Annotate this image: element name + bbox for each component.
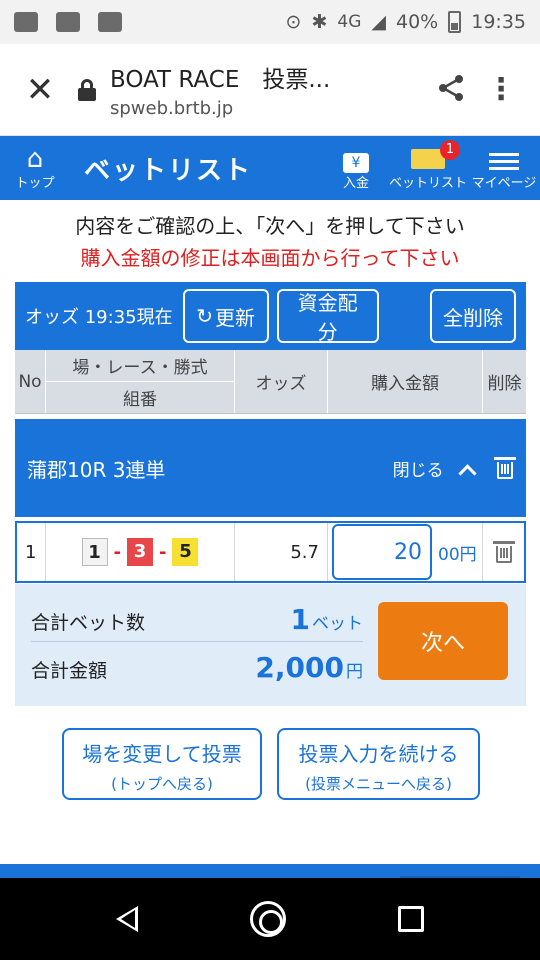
row-odds: 5.7	[235, 523, 328, 581]
home-nav[interactable]: ⌂ トップ	[0, 146, 70, 191]
deposit-label: 入金	[342, 175, 369, 191]
continue-voting-button[interactable]: 投票入力を続ける (投票メニューへ戻る)	[277, 728, 480, 800]
bluetooth-icon: ✱	[311, 11, 328, 33]
battery-icon	[448, 11, 462, 33]
boat-number: 5	[172, 538, 199, 566]
page-title: BOAT RACE 投票...	[110, 67, 331, 93]
odds-time-label: オッズ 19:35現在	[25, 307, 173, 328]
deposit-nav[interactable]: ¥ 入金	[324, 146, 388, 191]
summary-box: 合計ベット数 1 ベット 合計金額 2,000 円 次へ	[15, 584, 526, 706]
total-bets-unit: ベット	[312, 614, 363, 634]
betlist-badge: 1	[440, 139, 460, 160]
refresh-icon: ↻	[196, 304, 213, 328]
row-amount: 00円	[328, 523, 483, 581]
race-group-header: 蒲郡10R 3連単 閉じる	[15, 419, 526, 517]
share-icon[interactable]	[426, 72, 476, 108]
col-venue-line1: 場・レース・勝式	[46, 351, 234, 382]
trash-icon[interactable]	[494, 457, 516, 479]
col-odds: オッズ	[235, 350, 328, 413]
confirm-notice: 内容をご確認の上、「次へ」を押して下さい	[75, 214, 465, 238]
amount-input[interactable]	[332, 524, 432, 580]
site-header: ⌂ トップ ベットリスト ¥ 入金 1 ベットリスト マイページ	[0, 136, 540, 200]
change-venue-sub: (トップへ戻る)	[111, 775, 213, 793]
lock-icon	[76, 78, 98, 101]
refresh-label: 更新	[214, 305, 255, 330]
change-venue-button[interactable]: 場を変更して投票 (トップへ戻る)	[62, 728, 262, 800]
system-nav-bar	[0, 878, 540, 960]
total-bets-row: 合計ベット数 1 ベット	[31, 602, 363, 642]
status-time: 19:35	[471, 11, 526, 33]
row-combination: 1 - 3 - 5	[46, 523, 235, 581]
chevron-up-icon	[458, 463, 477, 483]
total-amount-row: 合計金額 2,000 円	[31, 650, 363, 684]
col-no: No	[15, 350, 46, 413]
collapse-toggle[interactable]: 閉じる	[392, 456, 477, 483]
url-info[interactable]: BOAT RACE 投票... spweb.brtb.jp	[110, 60, 426, 119]
home-button-icon[interactable]	[250, 901, 286, 937]
recents-icon[interactable]	[398, 906, 424, 932]
continue-voting-sub: (投票メニューへ戻る)	[305, 775, 452, 793]
more-vert-icon[interactable]: ⋮	[476, 72, 526, 107]
header-title: ベットリスト	[84, 155, 253, 186]
col-amount: 購入金額	[328, 350, 483, 413]
battery-percent: 40%	[396, 11, 439, 33]
race-name: 蒲郡10R 3連単	[27, 457, 166, 482]
yen-card-icon: ¥	[343, 152, 369, 173]
youtube-icon	[56, 12, 80, 32]
col-delete: 削除	[487, 374, 522, 394]
odds-bar: オッズ 19:35現在 ↻ 更新 資金配分 全削除	[15, 282, 526, 350]
home-label: トップ	[15, 175, 55, 191]
total-bets-value: 1	[290, 603, 310, 636]
cast-icon	[98, 12, 122, 32]
next-button[interactable]: 次へ	[378, 602, 508, 680]
signal-icon: ◢	[371, 11, 386, 33]
table-header: No 場・レース・勝式 組番 オッズ 購入金額 削除	[15, 350, 526, 414]
table-row: 1 1 - 3 - 5 5.7 00円	[15, 521, 526, 583]
mypage-label: マイページ	[471, 175, 537, 191]
total-amount-label: 合計金額	[31, 660, 108, 682]
amount-notice: 購入金額の修正は本画面から行って下さい	[80, 246, 460, 270]
status-bar: ⊙ ✱ 4G ◢ 40% 19:35	[0, 0, 540, 44]
menu-icon	[489, 149, 519, 174]
back-icon[interactable]	[116, 906, 138, 932]
nfc-icon: ⊙	[285, 11, 302, 33]
betlist-label: ベットリスト	[388, 175, 467, 191]
col-venue-line2: 組番	[123, 389, 157, 410]
trash-icon[interactable]	[492, 541, 515, 563]
change-venue-label: 場を変更して投票	[82, 742, 242, 766]
collapse-label: 閉じる	[392, 460, 444, 481]
delete-all-button[interactable]: 全削除	[430, 289, 516, 343]
url-host: spweb.brtb.jp	[110, 98, 234, 119]
total-amount-unit: 円	[346, 662, 363, 682]
total-bets-label: 合計ベット数	[31, 612, 146, 634]
col-venue: 場・レース・勝式 組番	[46, 350, 235, 413]
bet-panel: オッズ 19:35現在 ↻ 更新 資金配分 全削除 No 場・レース・勝式 組番…	[15, 282, 526, 583]
boat-number: 3	[127, 538, 153, 566]
continue-voting-label: 投票入力を続ける	[298, 742, 459, 766]
home-icon: ⌂	[26, 143, 44, 174]
mypage-nav[interactable]: マイページ	[468, 146, 540, 191]
network-indicator: 4G	[337, 12, 362, 32]
refresh-button[interactable]: ↻ 更新	[182, 289, 269, 343]
amount-unit: 00円	[438, 544, 477, 565]
gallery-icon	[14, 12, 38, 32]
fund-allocation-button[interactable]: 資金配分	[276, 289, 379, 344]
betlist-nav[interactable]: 1 ベットリスト	[388, 139, 468, 191]
boat-number: 1	[81, 538, 108, 566]
browser-toolbar: ✕ BOAT RACE 投票... spweb.brtb.jp ⋮	[0, 44, 540, 136]
row-delete[interactable]	[483, 523, 524, 581]
total-amount-value: 2,000	[255, 651, 344, 684]
row-no: 1	[17, 523, 46, 581]
close-icon[interactable]: ✕	[14, 70, 66, 110]
